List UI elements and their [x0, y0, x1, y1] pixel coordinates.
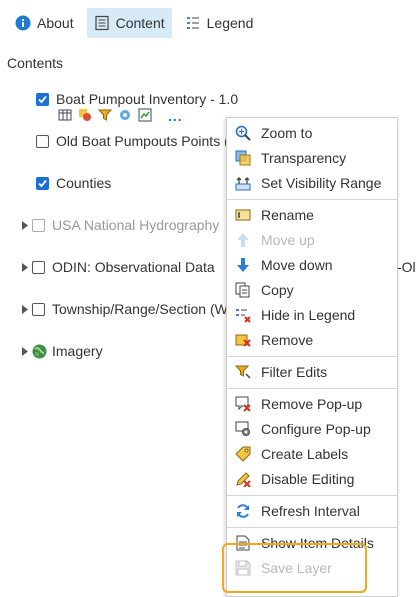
menu-item-set-visibility-range[interactable]: Set Visibility Range	[227, 171, 397, 195]
menu-item-zoom-to[interactable]: Zoom to	[227, 121, 397, 145]
menu-item-create-labels[interactable]: Create Labels	[227, 442, 397, 466]
layer-row-odin: ODIN: Observational Data	[20, 257, 215, 277]
layer-label[interactable]: Old Boat Pumpouts Points (	[56, 133, 229, 149]
disable-editing-icon	[235, 471, 251, 488]
menu-separator	[227, 356, 397, 357]
refresh-icon	[235, 503, 251, 519]
menu-item-label: Create Labels	[261, 446, 349, 462]
menu-item-copy[interactable]: Copy	[227, 278, 397, 302]
menu-item-label: Remove	[261, 332, 314, 348]
menu-item-move-down[interactable]: Move down	[227, 253, 397, 277]
arrow-down-icon	[235, 257, 251, 273]
layer-label-overflow-text: -Ol	[397, 259, 416, 275]
layer-label[interactable]: ODIN: Observational Data	[52, 259, 215, 275]
arrow-up-icon	[235, 232, 251, 248]
filter-icon	[234, 364, 251, 380]
menu-separator	[227, 495, 397, 496]
layer-label[interactable]: Counties	[56, 175, 111, 191]
menu-item-hide-in-legend[interactable]: Hide in Legend	[227, 303, 397, 327]
menu-item-label: Zoom to	[261, 125, 313, 141]
layer-checkbox[interactable]	[36, 92, 49, 106]
menu-item-label: Disable Editing	[261, 471, 355, 487]
layer-checkbox[interactable]	[32, 302, 45, 316]
content-list-icon	[94, 15, 110, 31]
menu-item-label: Remove Pop-up	[261, 396, 363, 412]
remove-popup-icon	[235, 396, 251, 412]
menu-separator	[227, 388, 397, 389]
layer-checkbox[interactable]	[32, 260, 45, 274]
change-style-icon[interactable]	[78, 108, 92, 125]
menu-item-label: Move down	[261, 257, 333, 273]
contents-heading: Contents	[7, 55, 64, 71]
tab-about[interactable]: About	[8, 8, 81, 38]
layer-label[interactable]: Imagery	[52, 343, 103, 359]
menu-item-filter-edits[interactable]: Filter Edits	[227, 360, 397, 384]
remove-icon	[235, 332, 251, 348]
menu-item-label: Configure Pop-up	[261, 421, 371, 437]
menu-item-label: Transparency	[261, 150, 347, 166]
labels-icon	[235, 446, 251, 462]
menu-item-label: Hide in Legend	[261, 307, 356, 323]
create-presentation-icon[interactable]	[138, 108, 152, 125]
layer-tools: ...	[58, 108, 183, 124]
layer-label[interactable]: Boat Pumpout Inventory - 1.0	[56, 91, 238, 107]
layer-label[interactable]: USA National Hydrography	[52, 217, 219, 233]
menu-item-rename[interactable]: Rename	[227, 203, 397, 227]
layer-row-counties: Counties	[24, 173, 111, 193]
layer-context-menu: Zoom to Transparency Set Visibility Rang…	[226, 117, 398, 597]
layer-checkbox[interactable]	[32, 218, 45, 232]
filter-icon[interactable]	[97, 108, 113, 125]
configure-popup-icon	[235, 421, 251, 437]
menu-separator	[227, 199, 397, 200]
menu-item-move-up[interactable]: Move up	[227, 228, 397, 252]
tab-content-label: Content	[115, 15, 165, 31]
layer-label[interactable]: Township/Range/Section (W	[52, 301, 228, 317]
expand-icon[interactable]	[20, 220, 30, 230]
expand-icon[interactable]	[20, 304, 30, 314]
tab-about-label: About	[37, 15, 74, 31]
panel-tabs: About Content Legend	[8, 8, 260, 38]
menu-item-remove[interactable]: Remove	[227, 328, 397, 352]
hide-in-legend-icon	[235, 307, 251, 323]
expand-icon[interactable]	[20, 262, 30, 272]
layer-checkbox[interactable]	[36, 134, 49, 148]
rename-icon	[235, 207, 251, 223]
transparency-icon	[235, 150, 251, 166]
layer-row-township: Township/Range/Section (W	[20, 299, 228, 319]
menu-item-label: Refresh Interval	[261, 503, 360, 519]
layer-row-imagery: Imagery	[20, 341, 103, 361]
menu-item-label: Move up	[261, 232, 315, 248]
analysis-icon[interactable]	[118, 108, 132, 125]
menu-item-disable-editing[interactable]: Disable Editing	[227, 467, 397, 491]
layer-row-old-boat-pumpouts: Old Boat Pumpouts Points (	[24, 131, 229, 151]
layer-label-overflow: -Ol	[397, 257, 416, 277]
menu-item-label: Copy	[261, 282, 294, 298]
menu-item-label: Set Visibility Range	[261, 175, 382, 191]
menu-separator	[227, 527, 397, 528]
menu-item-refresh-interval[interactable]: Refresh Interval	[227, 499, 397, 523]
expand-icon[interactable]	[20, 346, 30, 356]
menu-item-configure-pop-up[interactable]: Configure Pop-up	[227, 417, 397, 441]
highlight-outline	[222, 543, 367, 593]
tab-legend[interactable]: Legend	[178, 8, 261, 38]
copy-icon	[235, 282, 251, 298]
visibility-range-icon	[235, 175, 251, 191]
menu-item-transparency[interactable]: Transparency	[227, 146, 397, 170]
menu-item-label: Filter Edits	[261, 364, 328, 380]
legend-icon	[185, 15, 201, 31]
layer-row-boat-pumpout: Boat Pumpout Inventory - 1.0	[24, 89, 238, 109]
layer-row-usa-hydrography: USA National Hydrography	[20, 215, 219, 235]
tab-legend-label: Legend	[206, 15, 254, 31]
more-options-button[interactable]: ...	[168, 109, 183, 123]
tab-content[interactable]: Content	[86, 8, 172, 38]
menu-item-label: Rename	[261, 207, 314, 223]
menu-item-remove-pop-up[interactable]: Remove Pop-up	[227, 392, 397, 416]
layer-checkbox[interactable]	[36, 176, 49, 190]
info-icon	[15, 15, 31, 31]
basemap-globe-icon	[32, 344, 47, 359]
table-icon[interactable]	[58, 108, 72, 125]
zoom-to-icon	[235, 125, 251, 141]
